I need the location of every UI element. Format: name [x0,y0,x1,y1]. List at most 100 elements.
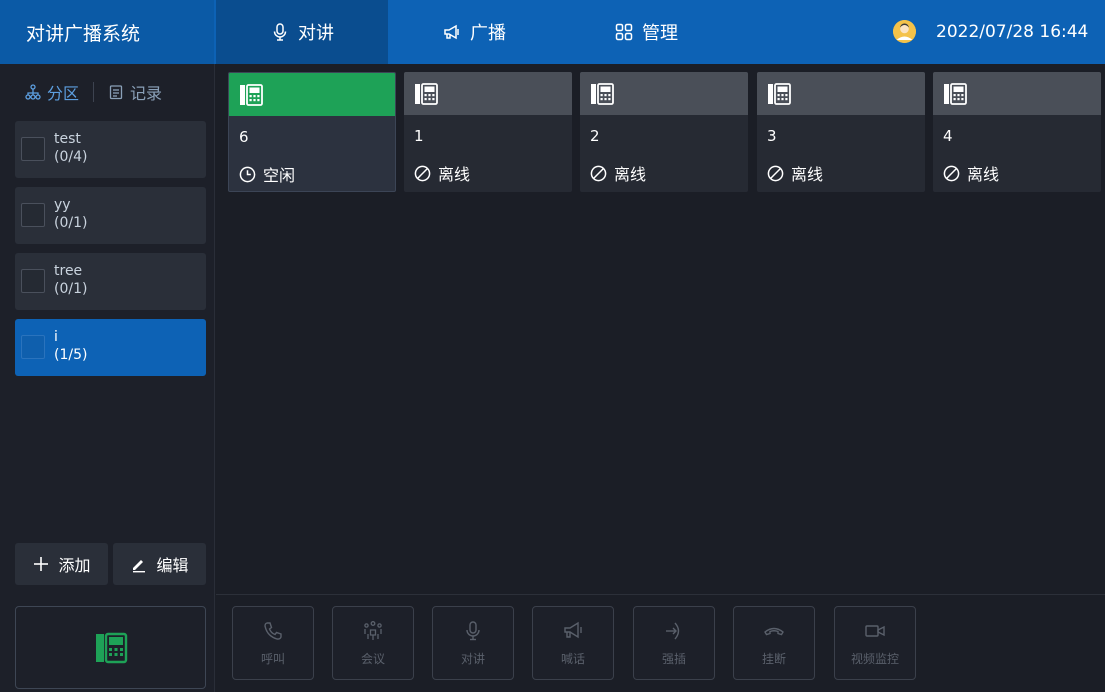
intercom-terminal-icon [768,82,791,105]
offline-icon [590,165,607,181]
meeting-button[interactable]: 会议 [332,606,414,680]
device-status: 离线 [943,161,999,185]
device-card-2[interactable]: 2 离线 [580,72,748,192]
edit-group-label: 编辑 [156,556,189,575]
device-status: 离线 [414,161,470,185]
intercom-terminal-icon [240,83,263,106]
phone-icon [264,621,282,640]
device-status: 离线 [590,161,646,185]
group-checkbox[interactable] [21,335,45,359]
group-count: (1/5) [54,347,88,363]
device-card-header [580,72,748,115]
local-terminal-card[interactable] [15,606,206,689]
device-card-3[interactable]: 3 离线 [757,72,925,192]
device-status-label: 离线 [967,165,1000,184]
video-camera-icon [865,624,885,637]
device-status-label: 空闲 [263,166,296,185]
offline-icon [767,165,784,181]
grid-icon [615,23,633,41]
add-group-label: 添加 [58,556,91,575]
microphone-icon [466,620,480,640]
add-group-button[interactable]: 添加 [15,543,108,585]
user-avatar-icon[interactable] [893,20,916,43]
app-root: 对讲广播系统 对讲 广播 管理 2022/07/28 16:44 分区 记录 t… [0,0,1105,692]
edit-group-button[interactable]: 编辑 [113,543,206,585]
group-item-tree[interactable]: tree (0/1) [15,253,206,310]
device-status-label: 离线 [438,165,471,184]
group-name: test [54,131,81,147]
device-card-1[interactable]: 1 离线 [404,72,572,192]
intercom-terminal-icon [591,82,614,105]
edit-icon [133,560,146,573]
device-card-header [229,73,395,116]
tab-broadcast-label: 广播 [470,23,506,44]
video-monitor-label: 视频监控 [850,651,899,666]
device-card-header [933,72,1101,115]
device-id: 6 [239,128,249,146]
intercom-terminal-icon [944,82,967,105]
group-checkbox[interactable] [21,137,45,161]
tab-intercom[interactable]: 对讲 [216,0,388,64]
sidebar-tab-divider [93,82,95,102]
device-card-4[interactable]: 4 离线 [933,72,1101,192]
tab-zones-label: 分区 [47,84,80,103]
microphone-icon [273,23,287,41]
offline-icon [943,165,960,181]
device-id: 2 [590,127,600,145]
megaphone-icon [444,24,459,40]
meeting-icon [364,620,382,640]
hangup-label: 挂断 [761,651,786,666]
sidebar: 分区 记录 test (0/4) yy (0/1) tree (0/1) i (… [0,64,215,692]
group-name: i [54,329,58,345]
tab-zones[interactable]: 分区 [25,80,79,104]
call-label: 呼叫 [260,651,285,666]
tab-records[interactable]: 记录 [108,80,162,104]
video-monitor-button[interactable]: 视频监控 [834,606,916,680]
group-name: yy [54,197,71,213]
shout-label: 喊话 [560,651,585,666]
meeting-label: 会议 [360,651,385,666]
intercom-label: 对讲 [460,651,485,666]
device-status: 空闲 [239,162,295,186]
barge-in-icon [666,622,680,639]
intercom-terminal-icon [95,632,127,663]
tab-intercom-label: 对讲 [298,23,334,44]
device-status: 离线 [767,161,823,185]
hangup-icon [764,627,784,635]
group-count: (0/4) [54,149,88,165]
tab-management-label: 管理 [642,23,678,44]
device-status-label: 离线 [614,165,647,184]
top-bar: 对讲广播系统 对讲 广播 管理 2022/07/28 16:44 [0,0,1105,64]
shout-button[interactable]: 喊话 [532,606,614,680]
datetime: 2022/07/28 16:44 [936,22,1089,42]
group-checkbox[interactable] [21,269,45,293]
intercom-button[interactable]: 对讲 [432,606,514,680]
app-title: 对讲广播系统 [0,0,214,64]
tab-records-label: 记录 [130,84,163,103]
sidebar-tabs: 分区 记录 [0,74,215,110]
offline-icon [414,165,431,181]
call-button[interactable]: 呼叫 [232,606,314,680]
hangup-button[interactable]: 挂断 [733,606,815,680]
org-tree-icon [25,84,41,100]
tab-management[interactable]: 管理 [560,0,732,64]
group-item-yy[interactable]: yy (0/1) [15,187,206,244]
group-item-test[interactable]: test (0/4) [15,121,206,178]
device-card-6[interactable]: 6 空闲 [228,72,396,192]
group-name: tree [54,263,83,279]
barge-in-label: 强插 [661,651,686,666]
tab-broadcast[interactable]: 广播 [388,0,560,64]
device-card-header [757,72,925,115]
plus-icon [34,557,49,571]
intercom-terminal-icon [415,82,438,105]
group-checkbox[interactable] [21,203,45,227]
group-count: (0/1) [54,281,88,297]
device-id: 3 [767,127,777,145]
group-count: (0/1) [54,215,88,231]
action-bar: 呼叫 会议 对讲 喊话 强插 挂断 视频监控 [216,594,1105,692]
barge-in-button[interactable]: 强插 [633,606,715,680]
device-card-header [404,72,572,115]
megaphone-icon [564,621,582,638]
group-item-i[interactable]: i (1/5) [15,319,206,376]
clipboard-icon [109,85,123,100]
